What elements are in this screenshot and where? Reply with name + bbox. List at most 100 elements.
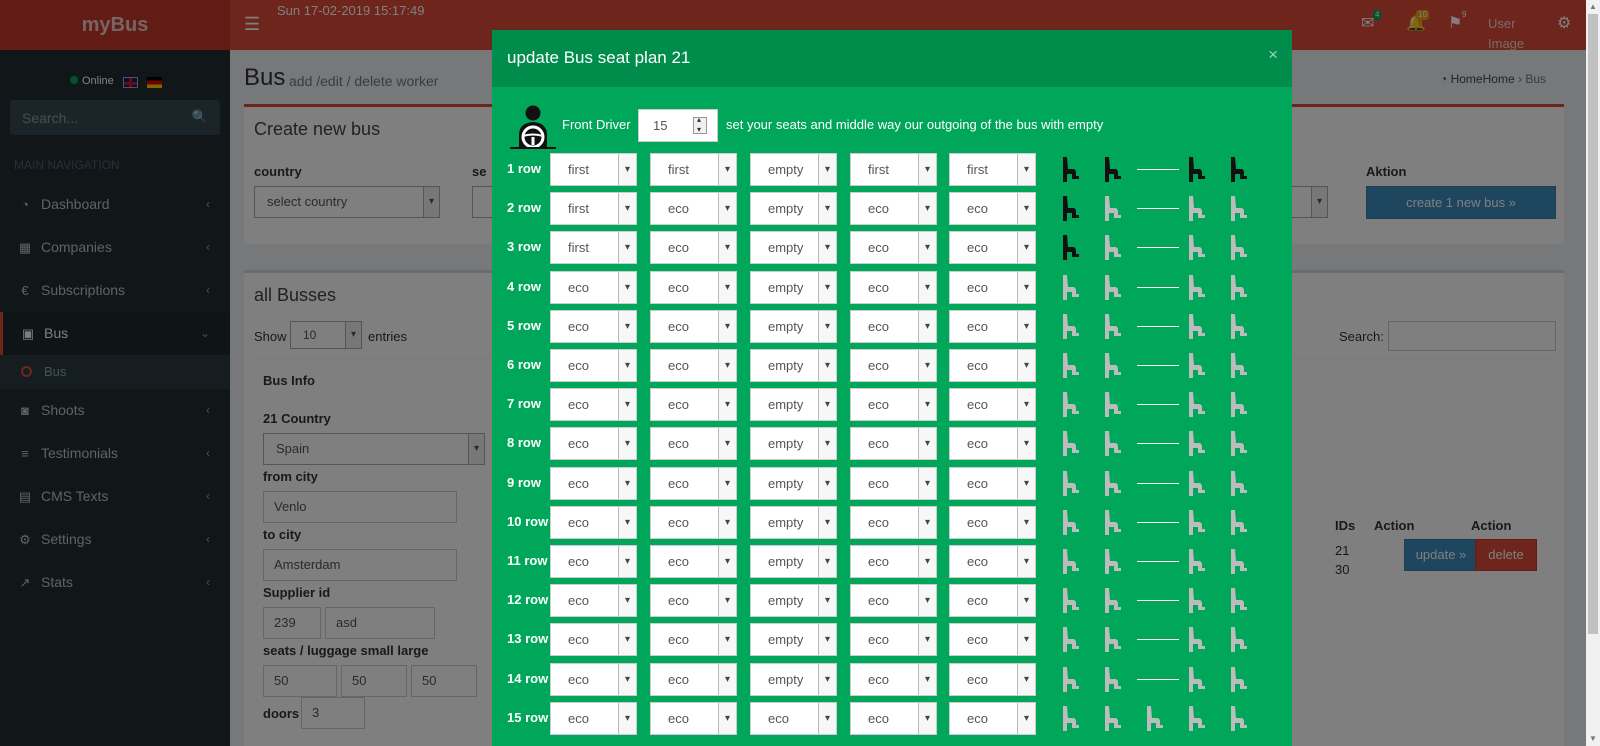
seat-type-select[interactable]: empty ▾ [750, 153, 837, 186]
chevron-down-icon: ▾ [618, 154, 636, 185]
eco-seat-icon [1189, 549, 1205, 574]
scroll-up-icon[interactable]: ▲ [1589, 2, 1597, 11]
seat-row: 2 row first ▾ eco ▾ empty ▾ eco ▾ eco ▾ [492, 191, 1292, 226]
seat-type-select[interactable]: eco ▾ [850, 231, 937, 265]
eco-seat-icon [1063, 431, 1079, 457]
seat-type-select[interactable]: first ▾ [949, 153, 1036, 186]
eco-seat-icon [1189, 431, 1205, 457]
seat-type-select[interactable]: empty ▾ [750, 466, 837, 500]
seat-type-select[interactable]: empty ▾ [750, 309, 837, 343]
seat-type-select[interactable]: eco ▾ [949, 192, 1036, 226]
seat-type-select[interactable]: eco ▾ [550, 584, 637, 618]
seat-type-select[interactable]: eco ▾ [850, 584, 937, 618]
scroll-down-icon[interactable]: ▼ [1589, 734, 1597, 743]
seat-type-select[interactable]: eco ▾ [750, 701, 837, 735]
eco-seat-icon [1231, 470, 1247, 496]
seat-type-select[interactable]: empty ▾ [750, 545, 837, 578]
page-scrollbar[interactable]: ▲ ▼ [1586, 0, 1600, 746]
seat-type-select[interactable]: eco ▾ [650, 662, 737, 696]
eco-seat-icon [1063, 549, 1079, 574]
seat-type-select[interactable]: eco ▾ [949, 349, 1036, 382]
seat-type-select[interactable]: first ▾ [550, 192, 637, 226]
chevron-down-icon: ▾ [618, 585, 636, 617]
seat-row: 10 row eco ▾ eco ▾ empty ▾ eco ▾ eco ▾ [492, 505, 1292, 540]
seat-type-select[interactable]: eco ▾ [949, 270, 1036, 304]
seat-type-select[interactable]: empty ▾ [750, 662, 837, 696]
seat-type-select[interactable]: empty ▾ [750, 192, 837, 226]
seat-type-select[interactable]: eco ▾ [850, 270, 937, 304]
seat-type-select[interactable]: eco ▾ [550, 623, 637, 657]
seat-type-select[interactable]: eco ▾ [850, 545, 937, 578]
seat-type-select[interactable]: eco ▾ [650, 701, 737, 735]
chevron-down-icon: ▾ [818, 428, 836, 460]
row-label: 1 row [507, 161, 541, 176]
seat-type-select[interactable]: empty ▾ [750, 349, 837, 382]
number-spinner[interactable] [693, 115, 707, 135]
seat-type-select[interactable]: eco ▾ [949, 623, 1036, 657]
seat-type-select[interactable]: eco ▾ [550, 388, 637, 422]
seat-type-select[interactable]: eco ▾ [650, 466, 737, 500]
seat-type-select[interactable]: empty ▾ [750, 231, 837, 265]
seat-type-select[interactable]: eco ▾ [949, 466, 1036, 500]
seat-type-select[interactable]: empty ▾ [750, 427, 837, 461]
seat-type-select[interactable]: eco ▾ [650, 427, 737, 461]
seat-type-select[interactable]: eco ▾ [850, 349, 937, 382]
seat-type-select[interactable]: eco ▾ [550, 427, 637, 461]
seat-type-select[interactable]: empty ▾ [750, 584, 837, 618]
seat-type-select[interactable]: eco ▾ [949, 388, 1036, 422]
seat-type-select[interactable]: eco ▾ [550, 662, 637, 696]
seat-type-select[interactable]: eco ▾ [650, 349, 737, 382]
seat-type-select[interactable]: eco ▾ [650, 623, 737, 657]
seat-type-select[interactable]: eco ▾ [949, 231, 1036, 265]
seat-type-select[interactable]: eco ▾ [850, 466, 937, 500]
aisle-line [1137, 678, 1179, 680]
seat-type-select[interactable]: eco ▾ [550, 309, 637, 343]
seat-type-select[interactable]: eco ▾ [949, 545, 1036, 578]
seat-type-select[interactable]: empty ▾ [750, 270, 837, 304]
seat-type-select[interactable]: empty ▾ [750, 623, 837, 657]
chevron-down-icon: ▾ [918, 310, 936, 342]
seat-type-select[interactable]: eco ▾ [550, 270, 637, 304]
seat-type-select[interactable]: eco ▾ [650, 584, 737, 618]
seat-type-select[interactable]: eco ▾ [650, 270, 737, 304]
seat-type-select[interactable]: eco ▾ [650, 388, 737, 422]
seat-type-select[interactable]: first ▾ [550, 231, 637, 265]
seat-type-select[interactable]: eco ▾ [949, 584, 1036, 618]
seat-type-select[interactable]: eco ▾ [650, 192, 737, 226]
seat-type-select[interactable]: eco ▾ [550, 466, 637, 500]
seat-type-select[interactable]: first ▾ [650, 153, 737, 186]
seat-type-select[interactable]: eco ▾ [650, 309, 737, 343]
seat-type-select[interactable]: eco ▾ [850, 701, 937, 735]
seat-type-select[interactable]: eco ▾ [650, 231, 737, 265]
seat-type-select[interactable]: eco ▾ [650, 545, 737, 578]
chevron-down-icon: ▾ [1017, 467, 1035, 499]
seat-type-select[interactable]: eco ▾ [850, 662, 937, 696]
seat-type-select[interactable]: empty ▾ [750, 505, 837, 539]
seat-type-select[interactable]: eco ▾ [850, 427, 937, 461]
seat-type-select[interactable]: eco ▾ [550, 505, 637, 539]
seat-type-select[interactable]: first ▾ [850, 153, 937, 186]
seat-type-select[interactable]: eco ▾ [949, 309, 1036, 343]
aisle-line [1137, 600, 1179, 602]
seat-type-select[interactable]: eco ▾ [949, 662, 1036, 696]
chevron-down-icon: ▾ [918, 350, 936, 381]
close-icon[interactable]: × [1268, 46, 1278, 64]
seat-type-select[interactable]: empty ▾ [750, 388, 837, 422]
scrollbar-thumb[interactable] [1588, 14, 1598, 634]
seat-type-select[interactable]: eco ▾ [650, 505, 737, 539]
seat-type-select[interactable]: eco ▾ [949, 505, 1036, 539]
seat-type-select[interactable]: eco ▾ [850, 192, 937, 226]
seat-type-select[interactable]: eco ▾ [850, 309, 937, 343]
seat-type-select[interactable]: eco ▾ [850, 505, 937, 539]
chevron-down-icon: ▾ [718, 389, 736, 421]
seat-type-select[interactable]: eco ▾ [550, 545, 637, 578]
seat-type-select[interactable]: first ▾ [550, 153, 637, 186]
seat-type-select[interactable]: eco ▾ [949, 701, 1036, 735]
seat-type-select[interactable]: eco ▾ [550, 701, 637, 735]
seat-type-select[interactable]: eco ▾ [550, 349, 637, 382]
seat-type-select[interactable]: eco ▾ [850, 388, 937, 422]
front-driver-input[interactable]: 15 [638, 109, 718, 142]
seat-type-select[interactable]: eco ▾ [850, 623, 937, 657]
eco-seat-icon [1105, 666, 1121, 692]
seat-type-select[interactable]: eco ▾ [949, 427, 1036, 461]
